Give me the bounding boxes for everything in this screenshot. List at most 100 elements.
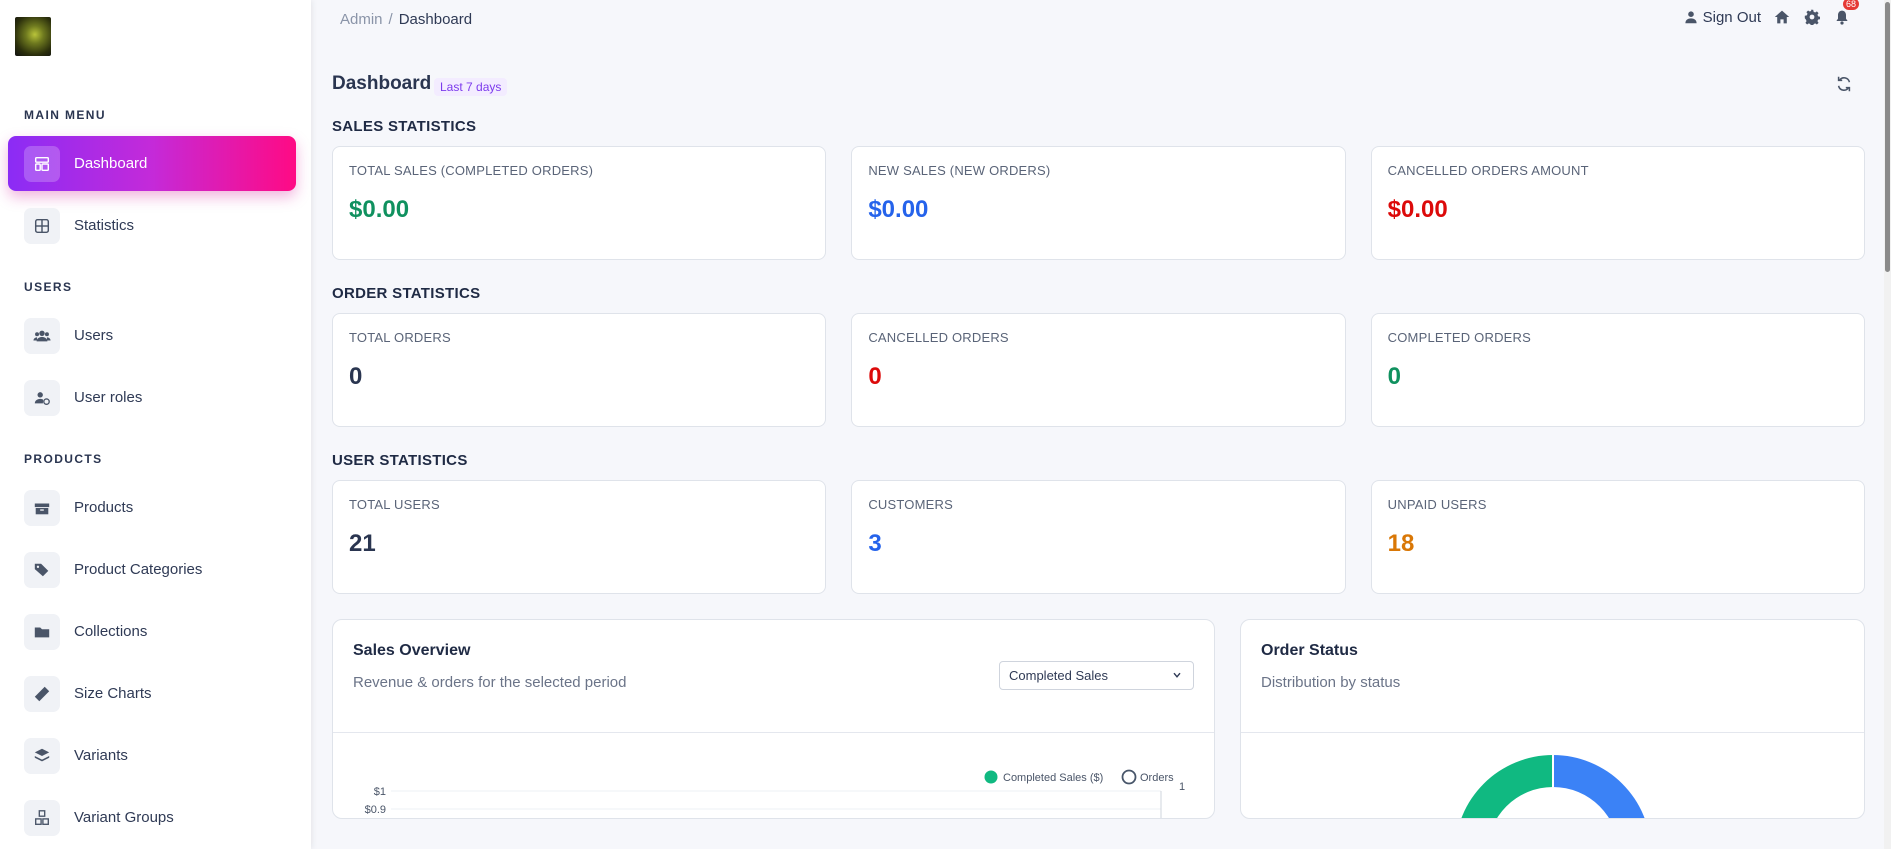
stat-label: NEW SALES (NEW ORDERS) (868, 163, 1051, 178)
sidebar-item-size-charts[interactable]: Size Charts (8, 666, 296, 721)
user-icon (1685, 11, 1697, 24)
legend-marker-completed-sales[interactable] (984, 770, 998, 784)
sign-out-button[interactable]: Sign Out (1684, 9, 1761, 26)
stat-label: CUSTOMERS (868, 497, 953, 512)
scrollbar[interactable] (1884, 0, 1891, 849)
home-icon[interactable] (1773, 8, 1791, 26)
stat-label: TOTAL SALES (COMPLETED ORDERS) (349, 163, 594, 178)
stat-label: TOTAL ORDERS (349, 330, 451, 345)
stat-value: 3 (868, 530, 882, 557)
user-stats-row: TOTAL USERS 21 CUSTOMERS 3 UNPAID USERS … (332, 480, 1865, 594)
breadcrumb-current: Dashboard (398, 11, 473, 28)
stat-label: CANCELLED ORDERS AMOUNT (1387, 163, 1589, 178)
legend-label-orders[interactable]: Orders (1140, 772, 1174, 784)
gear-icon[interactable] (1803, 8, 1821, 26)
legend-label-completed-sales[interactable]: Completed Sales ($) (1003, 772, 1103, 784)
panel-header: Order Status Distribution by status (1241, 620, 1864, 733)
sign-out-label: Sign Out (1702, 8, 1761, 26)
stat-label: CANCELLED ORDERS (868, 330, 1009, 345)
sidebar-item-product-categories[interactable]: Product Categories (8, 542, 296, 597)
bell-icon[interactable]: 68 (1833, 0, 1859, 26)
app-logo[interactable] (15, 17, 51, 56)
sidebar-item-users[interactable]: Users (8, 308, 296, 363)
chevron-down-icon (1173, 672, 1181, 678)
sidebar-item-label: Variants (74, 747, 128, 764)
stat-card-cancelled-orders: CANCELLED ORDERS 0 (851, 313, 1346, 427)
stat-card-total-sales: TOTAL SALES (COMPLETED ORDERS) $0.00 (332, 146, 827, 260)
panel-title: Order Status (1261, 642, 1358, 659)
sales-stats-row: TOTAL SALES (COMPLETED ORDERS) $0.00 NEW… (332, 146, 1865, 260)
nav-section-main: MAIN MENU (24, 108, 106, 122)
scrollbar-thumb[interactable] (1885, 2, 1890, 272)
legend-marker-orders[interactable] (1121, 769, 1137, 785)
sidebar-item-variant-groups[interactable]: Variant Groups (8, 790, 296, 845)
panel-header: Sales Overview Revenue & orders for the … (333, 620, 1214, 733)
donut-slice-blue[interactable] (1553, 755, 1651, 819)
sidebar-item-dashboard[interactable]: Dashboard (8, 136, 296, 191)
sales-overview-panel: Sales Overview Revenue & orders for the … (332, 619, 1215, 819)
notification-badge: 68 (1842, 0, 1859, 10)
stat-value: $0.00 (1387, 196, 1448, 223)
y-tick-right: 1 (1179, 781, 1185, 793)
top-actions: Sign Out 68 (1684, 0, 1859, 26)
chart-panels: Sales Overview Revenue & orders for the … (332, 619, 1865, 819)
stat-value: 0 (349, 363, 363, 390)
breadcrumb: Admin / Dashboard (340, 11, 472, 28)
donut-slice-green[interactable] (1455, 755, 1553, 819)
statistics-icon (24, 207, 60, 244)
sales-statistics-title: SALES STATISTICS (332, 118, 477, 135)
user-roles-icon (24, 379, 60, 416)
breadcrumb-separator: / (388, 11, 393, 28)
folder-icon (24, 613, 60, 650)
sidebar-item-label: Products (74, 499, 134, 516)
sidebar-item-user-roles[interactable]: User roles (8, 370, 296, 425)
stat-value: 0 (1387, 363, 1402, 390)
stat-card-cancelled-amount: CANCELLED ORDERS AMOUNT $0.00 (1370, 146, 1865, 260)
stat-label: TOTAL USERS (349, 497, 440, 512)
tags-icon (24, 551, 60, 588)
y-tick-left: $0.9 (365, 804, 386, 816)
order-stats-row: TOTAL ORDERS 0 CANCELLED ORDERS 0 COMPLE… (332, 313, 1865, 427)
sidebar-item-label: User roles (74, 389, 143, 406)
chart-metric-select[interactable]: Completed Sales (999, 661, 1194, 690)
users-icon (24, 317, 60, 354)
sidebar-item-label: Size Charts (74, 685, 152, 702)
stat-value: $0.00 (349, 196, 410, 223)
products-icon (24, 489, 60, 526)
sales-chart: Completed Sales ($) Orders $1 $0.9 1 (365, 769, 1185, 818)
sidebar-item-statistics[interactable]: Statistics (8, 198, 296, 253)
sidebar-item-label: Users (74, 327, 114, 344)
order-status-donut (1455, 755, 1651, 819)
dashboard-icon (24, 145, 60, 182)
sidebar-item-label: Dashboard (74, 155, 148, 172)
order-status-panel: Order Status Distribution by status (1240, 619, 1865, 819)
panel-title: Sales Overview (353, 642, 471, 659)
stat-label: UNPAID USERS (1387, 497, 1487, 512)
sidebar-item-label: Variant Groups (74, 809, 174, 826)
cubes-icon (24, 799, 60, 836)
ruler-icon (24, 675, 60, 712)
sidebar-item-label: Product Categories (74, 561, 203, 578)
sidebar-item-collections[interactable]: Collections (8, 604, 296, 659)
sidebar: MAIN MENU Dashboard Statistics USERS Use… (0, 0, 311, 849)
layers-icon (24, 737, 60, 774)
breadcrumb-root[interactable]: Admin (340, 11, 383, 28)
user-statistics-title: USER STATISTICS (332, 452, 468, 469)
page-header: Dashboard Last 7 days (332, 64, 1865, 104)
sidebar-item-variants[interactable]: Variants (8, 728, 296, 783)
chart-legend: Completed Sales ($) Orders (984, 769, 1174, 785)
stat-card-customers: CUSTOMERS 3 (851, 480, 1346, 594)
sidebar-item-label: Collections (74, 623, 148, 640)
stat-card-completed-orders: COMPLETED ORDERS 0 (1370, 313, 1865, 427)
stat-card-total-users: TOTAL USERS 21 (332, 480, 827, 594)
stat-card-total-orders: TOTAL ORDERS 0 (332, 313, 827, 427)
y-tick-left: $1 (374, 786, 386, 798)
stat-value: $0.00 (868, 196, 929, 223)
topbar: Admin / Dashboard Sign Out 68 (311, 0, 1891, 40)
nav-section-products: PRODUCTS (24, 452, 103, 466)
refresh-icon[interactable] (1835, 75, 1855, 95)
sidebar-item-products[interactable]: Products (8, 480, 296, 535)
panel-subtitle: Distribution by status (1261, 674, 1401, 691)
stat-value: 18 (1387, 530, 1415, 557)
period-badge: Last 7 days (434, 78, 508, 96)
